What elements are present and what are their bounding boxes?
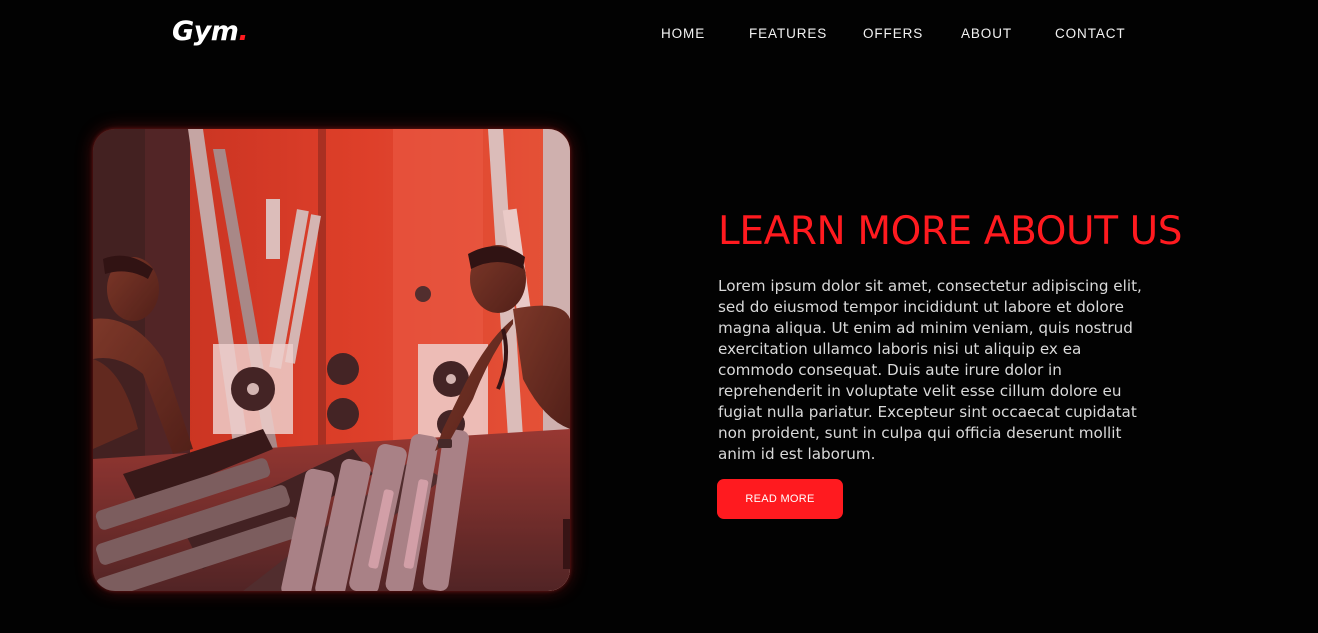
logo-dot: . — [238, 16, 249, 47]
nav-item-home[interactable]: HOME — [661, 24, 749, 44]
section-body-text: Lorem ipsum dolor sit amet, consectetur … — [718, 277, 1142, 463]
logo-text: Gym — [172, 16, 239, 47]
read-more-button[interactable]: READ MORE — [717, 479, 843, 519]
nav-item-features[interactable]: FEATURES — [749, 24, 863, 44]
section-heading: LEARN MORE ABOUT US — [718, 209, 1183, 254]
gym-photo-illustration — [93, 129, 570, 591]
main-nav: HOME FEATURES OFFERS ABOUT CONTACT — [661, 24, 1145, 44]
nav-item-contact[interactable]: CONTACT — [1055, 24, 1145, 44]
nav-item-offers[interactable]: OFFERS — [863, 24, 961, 44]
gym-photo — [93, 129, 570, 591]
nav-item-about[interactable]: ABOUT — [961, 24, 1055, 44]
logo[interactable]: Gym. — [172, 14, 249, 50]
